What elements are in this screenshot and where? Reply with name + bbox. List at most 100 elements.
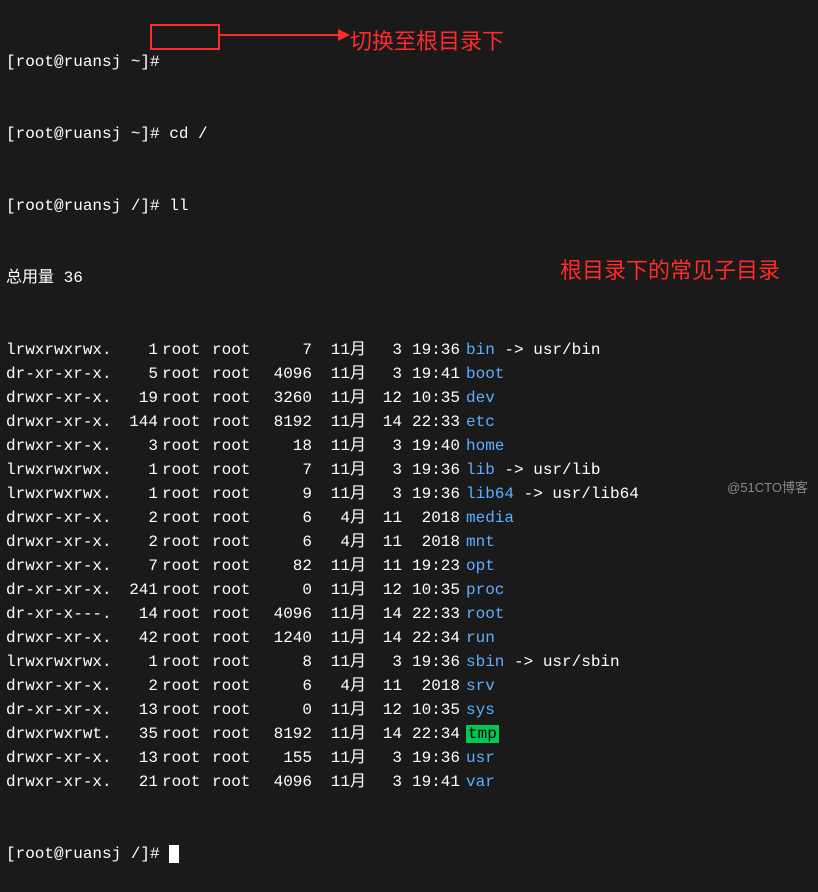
prompt-prefix: [root@ruansj /]# <box>6 197 160 215</box>
prompt-prefix: [root@ruansj /]# <box>6 845 169 863</box>
owner: root <box>158 362 212 386</box>
group: root <box>212 362 262 386</box>
group: root <box>212 650 262 674</box>
name-cell: mnt <box>466 530 495 554</box>
size: 18 <box>262 434 312 458</box>
month: 11月 <box>312 458 366 482</box>
list-item: drwxr-xr-x.144rootroot819211月1422:33etc <box>6 410 812 434</box>
day: 3 <box>366 434 402 458</box>
file-name: mnt <box>466 533 495 551</box>
perm: drwxr-xr-x. <box>6 674 118 698</box>
links: 2 <box>118 530 158 554</box>
perm: drwxr-xr-x. <box>6 554 118 578</box>
name-cell: etc <box>466 410 495 434</box>
owner: root <box>158 410 212 434</box>
group: root <box>212 698 262 722</box>
list-item: lrwxrwxrwx.1rootroot711月319:36lib -> usr… <box>6 458 812 482</box>
list-item: drwxr-xr-x.42rootroot124011月1422:34run <box>6 626 812 650</box>
name-cell: dev <box>466 386 495 410</box>
owner: root <box>158 722 212 746</box>
annotation-box <box>150 24 220 50</box>
file-name: sys <box>466 701 495 719</box>
owner: root <box>158 338 212 362</box>
owner: root <box>158 554 212 578</box>
prompt-line-2: [root@ruansj ~]# cd / <box>6 122 812 146</box>
list-item: dr-xr-xr-x.13rootroot011月1210:35sys <box>6 698 812 722</box>
perm: lrwxrwxrwx. <box>6 650 118 674</box>
day: 12 <box>366 578 402 602</box>
links: 2 <box>118 506 158 530</box>
list-item: drwxr-xr-x.2rootroot64月112018srv <box>6 674 812 698</box>
file-name: bin <box>466 341 495 359</box>
name-cell: lib -> usr/lib <box>466 458 600 482</box>
size: 8192 <box>262 722 312 746</box>
month: 4月 <box>312 506 366 530</box>
links: 144 <box>118 410 158 434</box>
size: 4096 <box>262 770 312 794</box>
month: 11月 <box>312 386 366 410</box>
links: 21 <box>118 770 158 794</box>
name-cell: proc <box>466 578 504 602</box>
list-item: drwxr-xr-x.2rootroot64月112018mnt <box>6 530 812 554</box>
links: 3 <box>118 434 158 458</box>
owner: root <box>158 746 212 770</box>
month: 11月 <box>312 482 366 506</box>
terminal[interactable]: [root@ruansj ~]# [root@ruansj ~]# cd / [… <box>0 0 818 892</box>
size: 7 <box>262 458 312 482</box>
time: 19:41 <box>402 770 466 794</box>
perm: drwxr-xr-x. <box>6 434 118 458</box>
name-cell: var <box>466 770 495 794</box>
command-ll: ll <box>160 197 189 215</box>
cursor <box>169 845 179 863</box>
size: 0 <box>262 578 312 602</box>
file-listing: lrwxrwxrwx.1rootroot711月319:36bin -> usr… <box>6 338 812 794</box>
day: 11 <box>366 530 402 554</box>
file-name: dev <box>466 389 495 407</box>
group: root <box>212 530 262 554</box>
owner: root <box>158 770 212 794</box>
links: 2 <box>118 674 158 698</box>
owner: root <box>158 530 212 554</box>
month: 11月 <box>312 722 366 746</box>
links: 1 <box>118 458 158 482</box>
perm: lrwxrwxrwx. <box>6 458 118 482</box>
size: 82 <box>262 554 312 578</box>
links: 14 <box>118 602 158 626</box>
perm: drwxr-xr-x. <box>6 746 118 770</box>
time: 19:36 <box>402 482 466 506</box>
size: 6 <box>262 530 312 554</box>
perm: dr-xr-xr-x. <box>6 578 118 602</box>
owner: root <box>158 698 212 722</box>
month: 11月 <box>312 434 366 458</box>
size: 0 <box>262 698 312 722</box>
perm: drwxr-xr-x. <box>6 506 118 530</box>
list-item: drwxr-xr-x.21rootroot409611月319:41var <box>6 770 812 794</box>
file-name: proc <box>466 581 504 599</box>
size: 6 <box>262 506 312 530</box>
group: root <box>212 746 262 770</box>
time: 2018 <box>402 506 466 530</box>
day: 14 <box>366 602 402 626</box>
name-cell: sbin -> usr/sbin <box>466 650 620 674</box>
list-item: lrwxrwxrwx.1rootroot911月319:36lib64 -> u… <box>6 482 812 506</box>
list-item: dr-xr-xr-x.5rootroot409611月319:41boot <box>6 362 812 386</box>
size: 8192 <box>262 410 312 434</box>
group: root <box>212 602 262 626</box>
group: root <box>212 554 262 578</box>
day: 3 <box>366 650 402 674</box>
size: 3260 <box>262 386 312 410</box>
links: 35 <box>118 722 158 746</box>
group: root <box>212 410 262 434</box>
day: 3 <box>366 770 402 794</box>
file-name: usr <box>466 749 495 767</box>
file-name: lib <box>466 461 495 479</box>
name-cell: bin -> usr/bin <box>466 338 600 362</box>
list-item: dr-xr-xr-x.241rootroot011月1210:35proc <box>6 578 812 602</box>
day: 11 <box>366 674 402 698</box>
day: 3 <box>366 362 402 386</box>
list-item: lrwxrwxrwx.1rootroot811月319:36sbin -> us… <box>6 650 812 674</box>
links: 1 <box>118 650 158 674</box>
group: root <box>212 482 262 506</box>
month: 11月 <box>312 338 366 362</box>
name-cell: boot <box>466 362 504 386</box>
